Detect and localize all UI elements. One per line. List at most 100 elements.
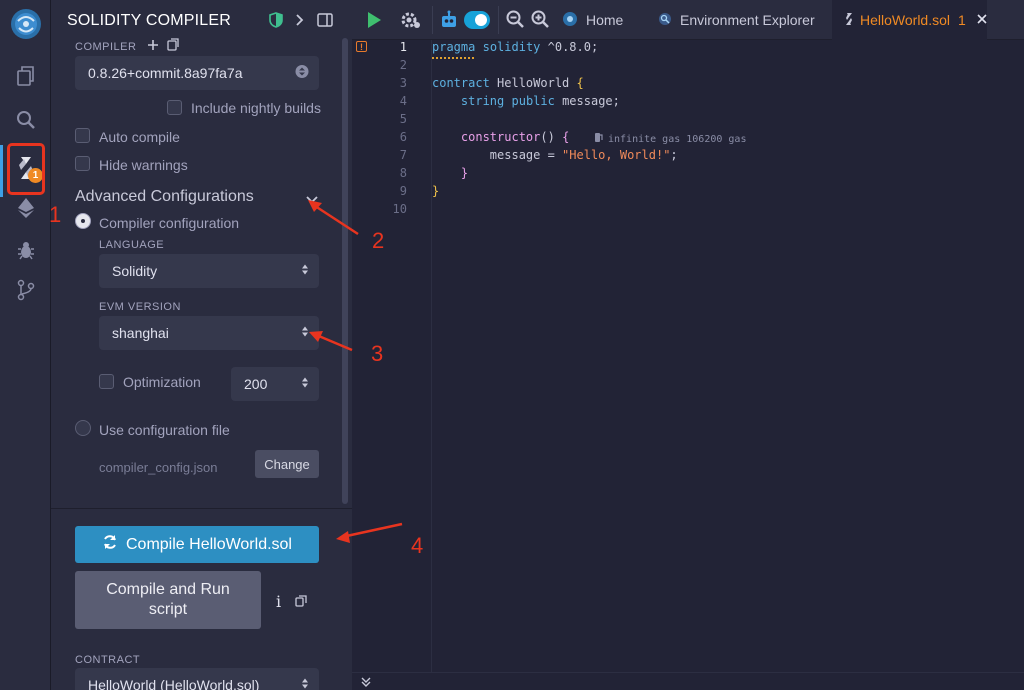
refresh-icon	[102, 534, 118, 555]
compile-and-run-button[interactable]: Compile and Run script	[75, 571, 261, 629]
optimization-runs-input[interactable]: 200	[231, 367, 319, 401]
panel-toggle-icon[interactable]	[317, 12, 333, 33]
tab-warning-count: 1	[958, 12, 966, 28]
optimization-label: Optimization	[123, 374, 201, 390]
language-select[interactable]: Solidity	[99, 254, 319, 288]
tab-home-label: Home	[586, 12, 624, 28]
deploy-run-icon[interactable]	[0, 188, 51, 228]
environment-icon	[658, 12, 672, 29]
evm-version-select[interactable]: shanghai	[99, 316, 319, 350]
line-number: 10	[392, 202, 407, 216]
auto-compile-label: Auto compile	[99, 129, 180, 145]
compiler-version-value: 0.8.26+commit.8a97fa7a	[88, 65, 243, 81]
gas-estimate: infinite gas 106200 gas	[594, 130, 746, 148]
panel-divider	[51, 508, 352, 509]
zoom-out-icon[interactable]	[506, 10, 524, 33]
run-script-icon[interactable]	[366, 11, 382, 34]
toolbar-separator	[432, 6, 433, 34]
language-value: Solidity	[112, 263, 158, 279]
line-number: 1	[399, 40, 407, 54]
remix-logo-icon	[562, 11, 578, 30]
advanced-config-title[interactable]: Advanced Configurations	[75, 188, 254, 206]
contract-select[interactable]: HelloWorld (HelloWorld.sol)	[75, 668, 319, 690]
code-line-3: contract HelloWorld {	[432, 76, 584, 90]
compile-button-label: Compile HelloWorld.sol	[126, 535, 292, 553]
gas-pump-icon	[594, 130, 604, 148]
chevron-down-icon[interactable]	[305, 192, 319, 210]
auto-compile-checkbox[interactable]	[75, 128, 90, 143]
file-link-icon[interactable]	[167, 38, 179, 56]
config-file-label: Use configuration file	[99, 422, 230, 438]
contract-value: HelloWorld (HelloWorld.sol)	[88, 677, 260, 690]
compiler-version-select[interactable]: 0.8.26+commit.8a97fa7a	[75, 56, 319, 90]
tab-environment-explorer[interactable]: Environment Explorer	[658, 0, 815, 40]
line-number: 9	[399, 184, 407, 198]
debugger-icon[interactable]	[0, 230, 51, 270]
select-updown-icon	[301, 263, 309, 280]
panel-title: SOLIDITY COMPILER	[67, 12, 232, 29]
annotation-3: 3	[371, 341, 384, 366]
select-updown-icon	[301, 677, 309, 690]
annotation-1: 1	[49, 202, 62, 227]
chevron-right-icon[interactable]	[295, 12, 305, 33]
compile-run-label: Compile and Run script	[106, 581, 230, 618]
compiler-label: COMPILER	[75, 41, 137, 53]
editor-toolbar: Home Environment Explorer HelloWorld.sol…	[352, 0, 1024, 40]
select-updown-icon	[301, 325, 309, 342]
change-config-button[interactable]: Change	[255, 450, 319, 478]
warning-marker-icon[interactable]: !	[356, 41, 367, 52]
evm-version-label: EVM VERSION	[99, 301, 181, 313]
settings-gear-icon[interactable]	[400, 10, 422, 35]
config-file-name: compiler_config.json	[99, 460, 218, 475]
code-editor[interactable]: ! 1 2 3 4 5 6 7 8 9 10 pragma solidity ^…	[352, 40, 1024, 672]
compiler-config-radio[interactable]	[75, 213, 91, 229]
optimization-runs-value: 200	[244, 376, 268, 392]
contract-label: CONTRACT	[75, 654, 141, 666]
line-number: 2	[399, 58, 407, 72]
shield-icon[interactable]	[269, 12, 283, 33]
tab-helloworld-label: HelloWorld.sol	[860, 12, 950, 28]
gas-estimate-text: infinite gas 106200 gas	[608, 133, 747, 145]
compiler-config-label: Compiler configuration	[99, 215, 240, 231]
stepper-icon[interactable]	[301, 376, 309, 393]
ai-toggle-switch[interactable]	[464, 11, 490, 34]
compiler-panel: SOLIDITY COMPILER COMPILER 0.8.26+commit…	[51, 0, 352, 690]
hide-warnings-checkbox[interactable]	[75, 156, 90, 171]
optimization-checkbox[interactable]	[99, 374, 114, 389]
annotation-4: 4	[411, 533, 424, 558]
code-line-4: string public message;	[460, 94, 620, 108]
compile-button[interactable]: Compile HelloWorld.sol	[75, 526, 319, 563]
tab-home[interactable]: Home	[562, 0, 623, 40]
line-number: 3	[399, 76, 407, 90]
select-updown-icon	[295, 65, 309, 82]
code-line-9: }	[432, 184, 440, 198]
zoom-in-icon[interactable]	[531, 10, 549, 33]
icon-rail: 1	[0, 0, 51, 690]
config-file-radio[interactable]	[75, 420, 91, 436]
file-explorer-icon[interactable]	[0, 56, 51, 96]
hide-warnings-label: Hide warnings	[99, 157, 188, 173]
panel-header: SOLIDITY COMPILER	[51, 0, 352, 40]
line-number: 6	[399, 130, 407, 144]
language-label: LANGUAGE	[99, 239, 165, 251]
line-number: 8	[399, 166, 407, 180]
nightly-builds-label: Include nightly builds	[191, 100, 321, 116]
double-chevron-down-icon[interactable]	[360, 675, 372, 690]
line-number: 4	[399, 94, 407, 108]
nightly-builds-checkbox[interactable]	[167, 100, 182, 115]
tab-environment-label: Environment Explorer	[680, 12, 815, 28]
terminal-bar	[352, 672, 1024, 690]
line-gutter: ! 1 2 3 4 5 6 7 8 9 10	[352, 40, 432, 672]
close-icon[interactable]	[976, 12, 988, 28]
remix-logo-icon[interactable]	[0, 4, 51, 44]
code-line-1: pragma solidity ^0.8.0;	[432, 40, 599, 54]
panel-scrollbar[interactable]	[342, 38, 348, 504]
ai-robot-icon[interactable]	[440, 10, 458, 35]
info-icon[interactable]: i	[276, 592, 281, 611]
plus-icon[interactable]	[147, 38, 159, 56]
copy-icon[interactable]	[295, 594, 307, 612]
git-icon[interactable]	[0, 270, 51, 310]
evm-version-value: shanghai	[112, 325, 169, 341]
tab-helloworld-sol[interactable]: HelloWorld.sol 1	[832, 0, 987, 40]
search-icon[interactable]	[0, 100, 51, 140]
